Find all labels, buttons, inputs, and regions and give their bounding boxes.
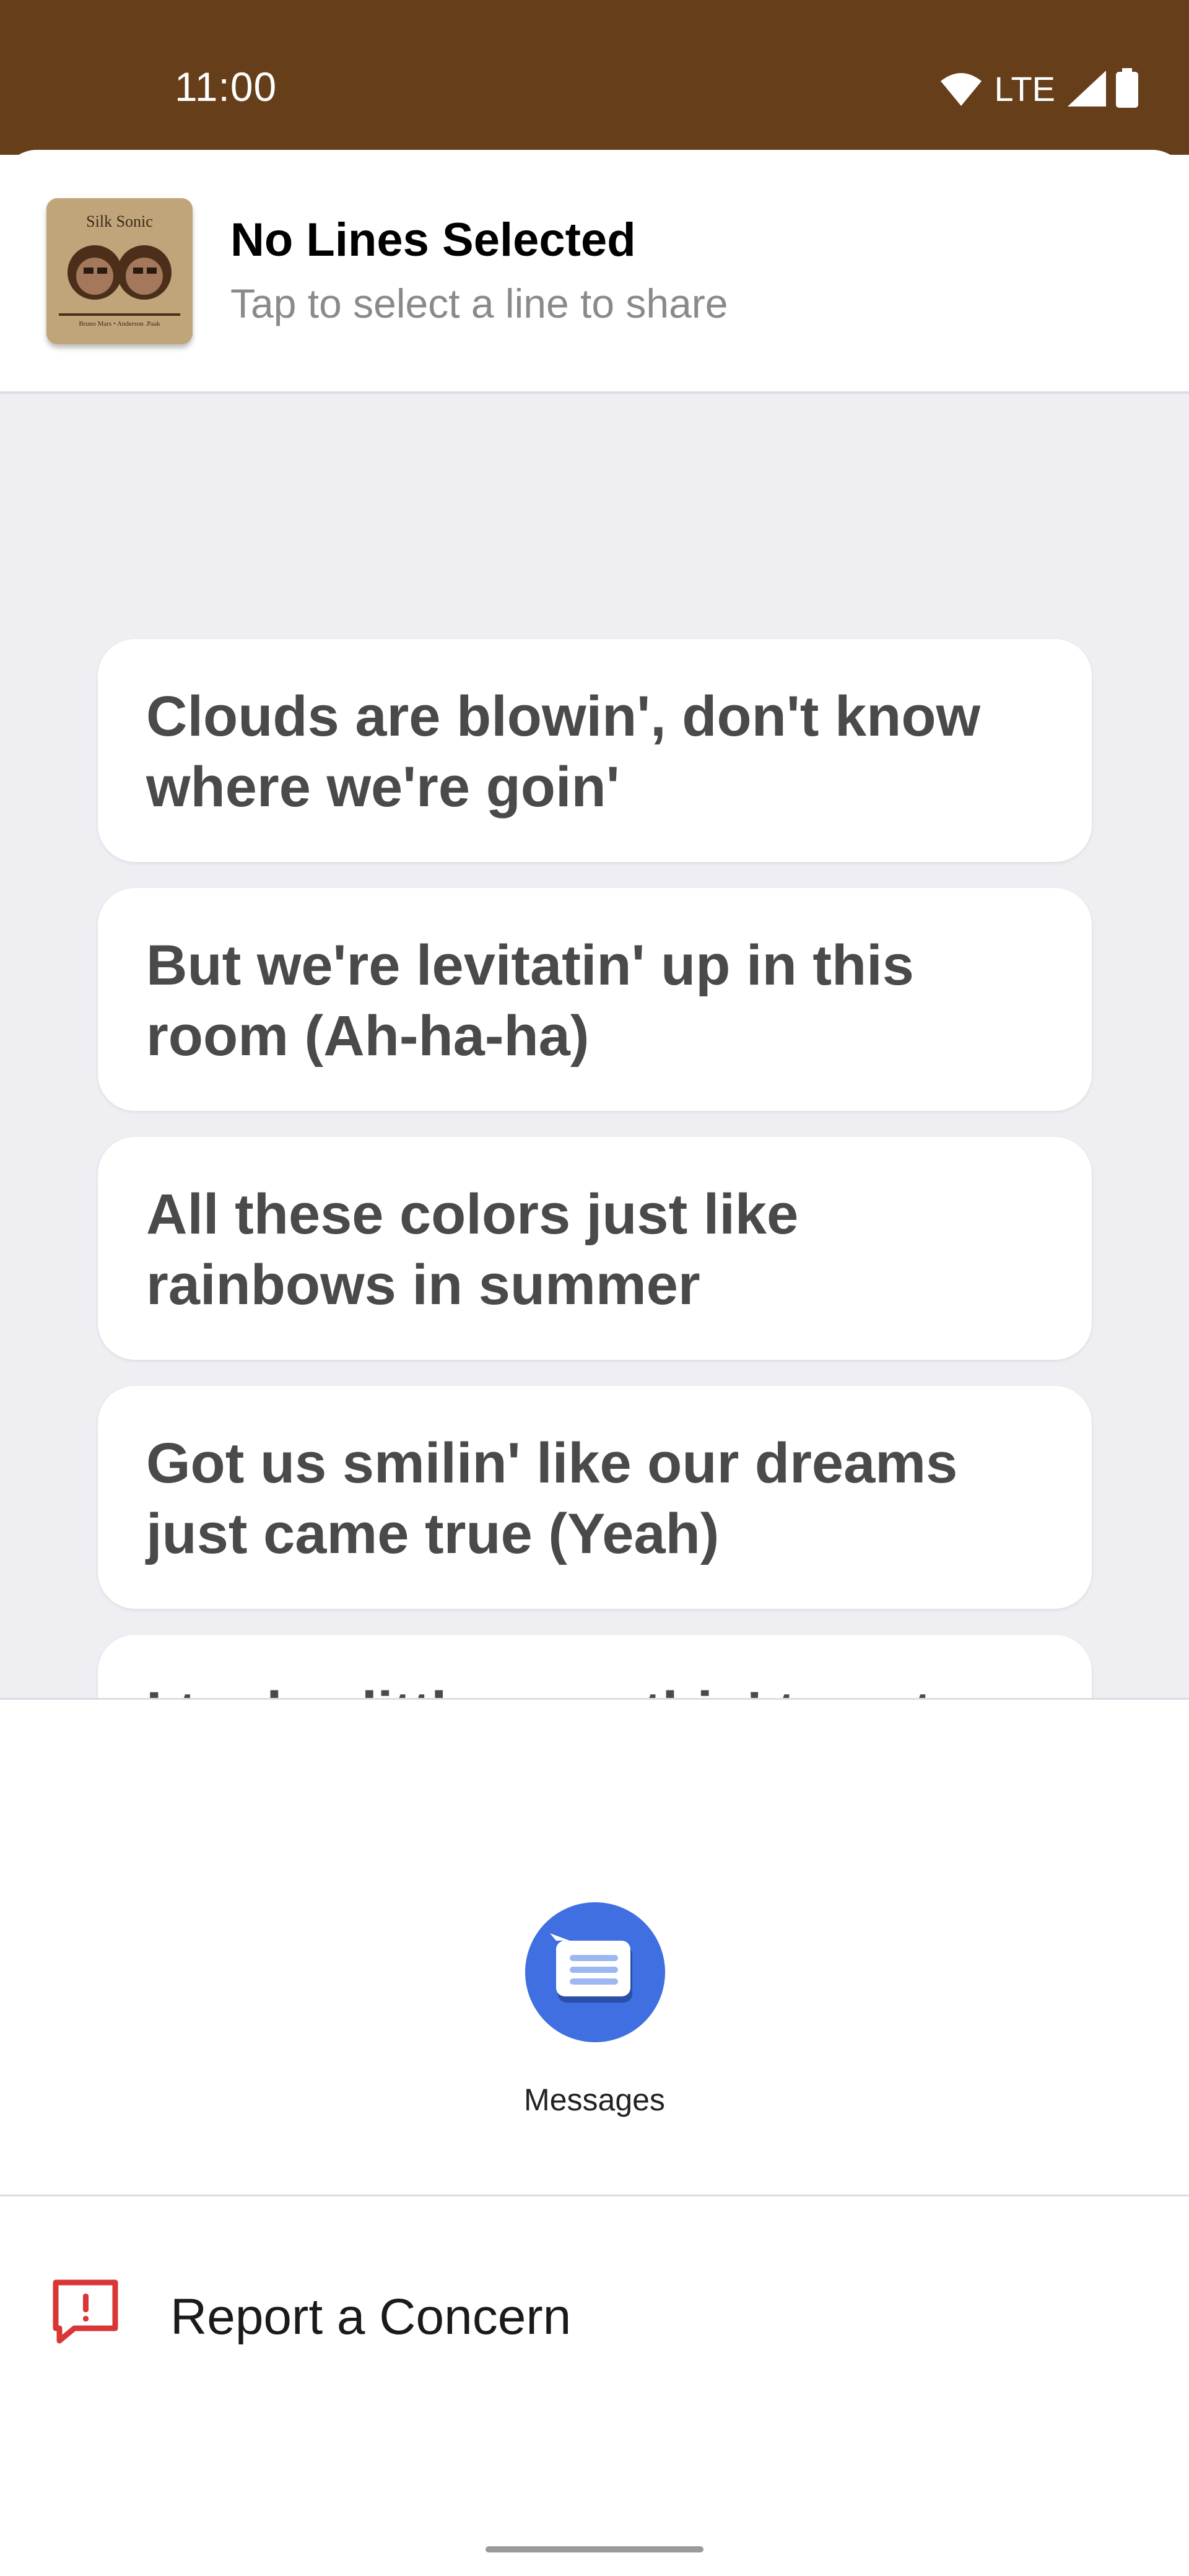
lyric-line-text: All these colors just like rainbows in s…: [146, 1183, 799, 1316]
network-type: LTE: [994, 69, 1055, 108]
wifi-icon: [941, 73, 982, 106]
lyric-line-text: Clouds are blowin', don't know where we'…: [146, 685, 981, 819]
header-subtitle: Tap to select a line to share: [230, 281, 728, 326]
report-flag-icon: [53, 2279, 118, 2344]
share-sheet: Silk Sonic Bruno Mars • Anderson .Paak N…: [0, 150, 1189, 2576]
lyric-line-text: I took a little somethin' to get here, y…: [146, 1677, 1043, 1699]
lyric-line-card[interactable]: Clouds are blowin', don't know where we'…: [98, 639, 1092, 862]
lyric-line-card[interactable]: But we're levitatin' up in this room (Ah…: [98, 888, 1092, 1111]
sheet-header: Silk Sonic Bruno Mars • Anderson .Paak N…: [0, 150, 1189, 391]
album-art: Silk Sonic Bruno Mars • Anderson .Paak: [46, 198, 193, 344]
lyrics-list[interactable]: Clouds are blowin', don't know where we'…: [0, 394, 1189, 1699]
cell-signal-icon: [1068, 71, 1106, 107]
report-concern-button[interactable]: Report a Concern: [0, 2197, 1189, 2414]
lyric-line-card[interactable]: I took a little somethin' to get here, y…: [98, 1635, 1092, 1699]
status-time: 11:00: [175, 64, 277, 110]
album-fine-print: Bruno Mars • Anderson .Paak: [79, 320, 160, 328]
home-indicator[interactable]: [486, 2546, 703, 2552]
lyric-line-text: Got us smilin' like our dreams just came…: [146, 1432, 958, 1565]
header-title: No Lines Selected: [230, 214, 636, 266]
report-concern-label: Report a Concern: [170, 2289, 572, 2345]
divider: [0, 2195, 1189, 2196]
album-artist-text: Silk Sonic: [86, 212, 153, 230]
status-icons: LTE: [939, 68, 1139, 109]
divider: [0, 1698, 1189, 1700]
lyric-line-card[interactable]: Got us smilin' like our dreams just came…: [98, 1386, 1092, 1609]
battery-icon: [1116, 68, 1138, 108]
lyric-line-card[interactable]: All these colors just like rainbows in s…: [98, 1137, 1092, 1360]
messages-icon[interactable]: [525, 1902, 665, 2042]
album-cover-image: Silk Sonic Bruno Mars • Anderson .Paak: [46, 198, 193, 344]
lyric-line-text: But we're levitatin' up in this room (Ah…: [146, 934, 914, 1068]
status-bar: 11:00 LTE: [0, 0, 1189, 155]
share-target-messages[interactable]: Messages: [502, 1902, 687, 2125]
share-target-label: Messages: [524, 2082, 665, 2117]
